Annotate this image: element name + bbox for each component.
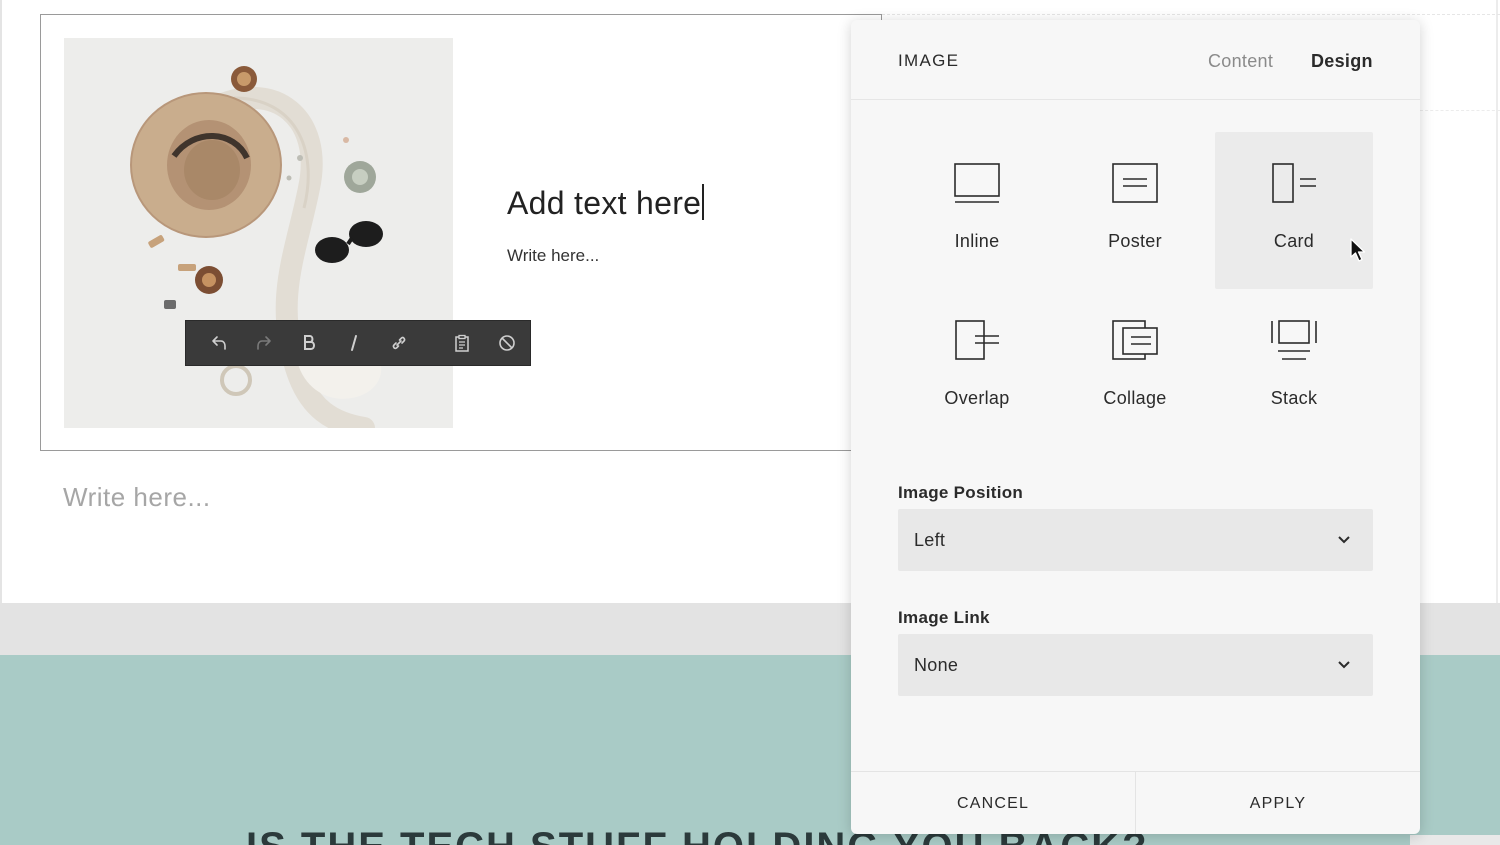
tab-design[interactable]: Design [1311,51,1373,72]
photo-artwork [64,38,453,428]
layout-label: Collage [1103,388,1167,408]
text-caret [702,184,705,220]
chevron-down-icon [1338,536,1350,544]
layout-option-inline[interactable]: Inline [898,132,1056,289]
mouse-pointer-icon [1350,238,1366,262]
italic-button[interactable] [331,320,376,366]
banner-edge [1410,835,1500,845]
bold-icon [303,335,315,350]
image-position-select[interactable]: Left [898,509,1373,571]
undo-icon [211,336,226,350]
card-layout-icon [1272,163,1316,203]
layout-option-overlap[interactable]: Overlap [898,289,1056,446]
panel-title: IMAGE [898,51,960,70]
clear-format-icon [499,335,516,351]
stack-layout-icon [1271,320,1317,360]
italic-icon [350,335,357,351]
cancel-button[interactable]: CANCEL [851,772,1135,834]
layout-options-grid: Inline Poster Card Overlap Collage Stack [898,132,1373,446]
paste-button[interactable] [440,320,485,366]
panel-header: IMAGE Content Design [851,20,1420,100]
image-link-select[interactable]: None [898,634,1373,696]
below-text-placeholder[interactable]: Write here... [63,482,211,513]
text-format-toolbar [185,320,531,366]
panel-footer: CANCEL APPLY [851,771,1420,834]
poster-layout-icon [1112,163,1158,203]
image-position-label: Image Position [898,483,1024,502]
section-guide-line [882,14,1500,15]
layout-option-poster[interactable]: Poster [1056,132,1214,289]
image-link-label: Image Link [898,608,990,627]
undo-button[interactable] [196,320,241,366]
card-title-value: Add text here [507,185,702,221]
card-body-text[interactable]: Write here... [507,246,599,266]
collage-layout-icon [1112,320,1158,360]
layout-label: Overlap [944,388,1010,408]
layout-option-stack[interactable]: Stack [1215,289,1373,446]
clear-format-button[interactable] [485,320,530,366]
inline-layout-icon [954,163,1000,203]
chevron-down-icon [1338,661,1350,669]
page-right-edge [1496,0,1498,603]
image-design-panel: IMAGE Content Design Inline Poster Card … [851,20,1420,834]
image-link-value: None [914,655,959,675]
redo-button[interactable] [241,320,286,366]
bold-button[interactable] [286,320,331,366]
layout-label: Stack [1270,388,1318,408]
page-left-edge [0,0,2,603]
image-position-value: Left [914,530,946,550]
layout-option-card[interactable]: Card [1215,132,1373,289]
clipboard-icon [455,334,470,352]
section-guide-line [1420,110,1500,111]
link-icon [392,336,406,350]
layout-label: Poster [1108,231,1162,251]
apply-button[interactable]: APPLY [1136,772,1420,834]
tab-content[interactable]: Content [1208,51,1273,72]
card-title-text[interactable]: Add text here [507,184,705,222]
flatlay-photo[interactable] [64,38,453,428]
layout-option-collage[interactable]: Collage [1056,289,1214,446]
link-button[interactable] [377,320,422,366]
redo-icon [256,336,271,350]
overlap-layout-icon [955,320,999,360]
layout-label: Inline [954,231,1000,251]
